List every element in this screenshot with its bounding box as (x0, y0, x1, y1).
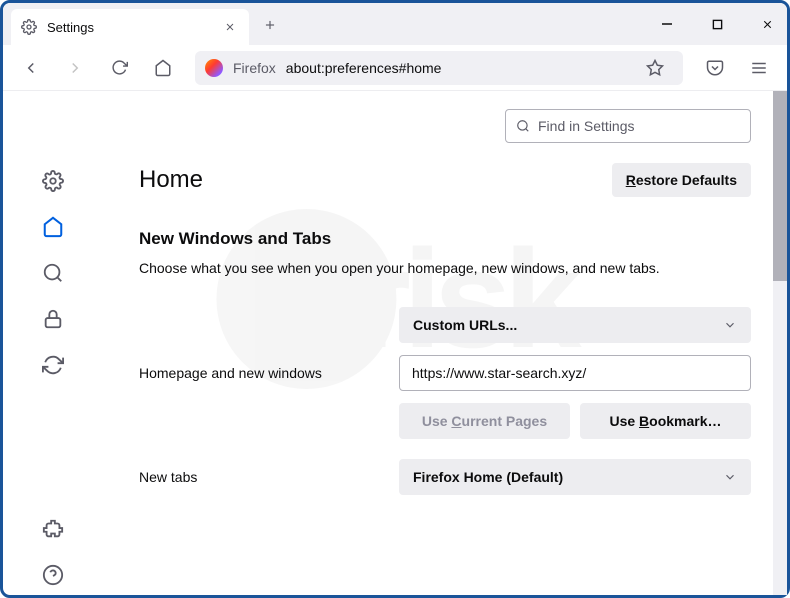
newtabs-dropdown[interactable]: Firefox Home (Default) (399, 459, 751, 495)
tab-settings[interactable]: Settings (11, 9, 249, 45)
firefox-icon (205, 59, 223, 77)
sidebar-item-privacy[interactable] (33, 299, 73, 339)
sidebar-item-search[interactable] (33, 253, 73, 293)
search-placeholder: Find in Settings (538, 118, 635, 134)
vertical-scrollbar[interactable] (773, 91, 787, 595)
homepage-url-input[interactable] (399, 355, 751, 391)
newtabs-label: New tabs (139, 469, 389, 485)
menu-button[interactable] (741, 50, 777, 86)
chevron-down-icon (723, 470, 737, 484)
main-panel: Find in Settings Home Restore Defaults N… (103, 91, 787, 595)
close-window-button[interactable] (757, 14, 777, 34)
restore-defaults-button[interactable]: Restore Defaults (612, 163, 751, 197)
section-description: Choose what you see when you open your h… (139, 259, 751, 279)
titlebar: Settings (3, 3, 787, 45)
close-icon[interactable] (221, 18, 239, 36)
toolbar: Firefox about:preferences#home (3, 45, 787, 91)
url-bar[interactable]: Firefox about:preferences#home (195, 51, 683, 85)
maximize-button[interactable] (707, 14, 727, 34)
forward-button[interactable] (57, 50, 93, 86)
minimize-button[interactable] (657, 14, 677, 34)
page-title: Home (139, 166, 203, 194)
pocket-button[interactable] (697, 50, 733, 86)
dropdown-selected: Firefox Home (Default) (413, 469, 563, 485)
scrollbar-thumb[interactable] (773, 91, 787, 281)
homepage-mode-dropdown[interactable]: Custom URLs... (399, 307, 751, 343)
sidebar-item-home[interactable] (33, 207, 73, 247)
newtab-button[interactable] (255, 10, 285, 40)
use-current-pages-button[interactable]: Use Current Pages (399, 403, 570, 439)
content: Find in Settings Home Restore Defaults N… (3, 91, 787, 595)
sidebar-item-help[interactable] (33, 555, 73, 595)
url-path: about:preferences#home (286, 60, 442, 76)
homepage-label: Homepage and new windows (139, 365, 389, 381)
chevron-down-icon (723, 318, 737, 332)
dropdown-selected: Custom URLs... (413, 317, 517, 333)
sidebar-item-extensions[interactable] (33, 509, 73, 549)
sidebar-item-general[interactable] (33, 161, 73, 201)
use-bookmark-button[interactable]: Use Bookmark… (580, 403, 751, 439)
search-icon (516, 119, 530, 133)
back-button[interactable] (13, 50, 49, 86)
window-controls (657, 14, 787, 34)
tab-title: Settings (47, 20, 211, 35)
sidebar-item-sync[interactable] (33, 345, 73, 385)
search-input[interactable]: Find in Settings (505, 109, 751, 143)
reload-button[interactable] (101, 50, 137, 86)
bookmark-star-icon[interactable] (637, 50, 673, 86)
url-prefix: Firefox (233, 60, 276, 76)
gear-icon (21, 19, 37, 35)
sidebar (3, 91, 103, 595)
home-button[interactable] (145, 50, 181, 86)
section-title: New Windows and Tabs (139, 229, 751, 249)
